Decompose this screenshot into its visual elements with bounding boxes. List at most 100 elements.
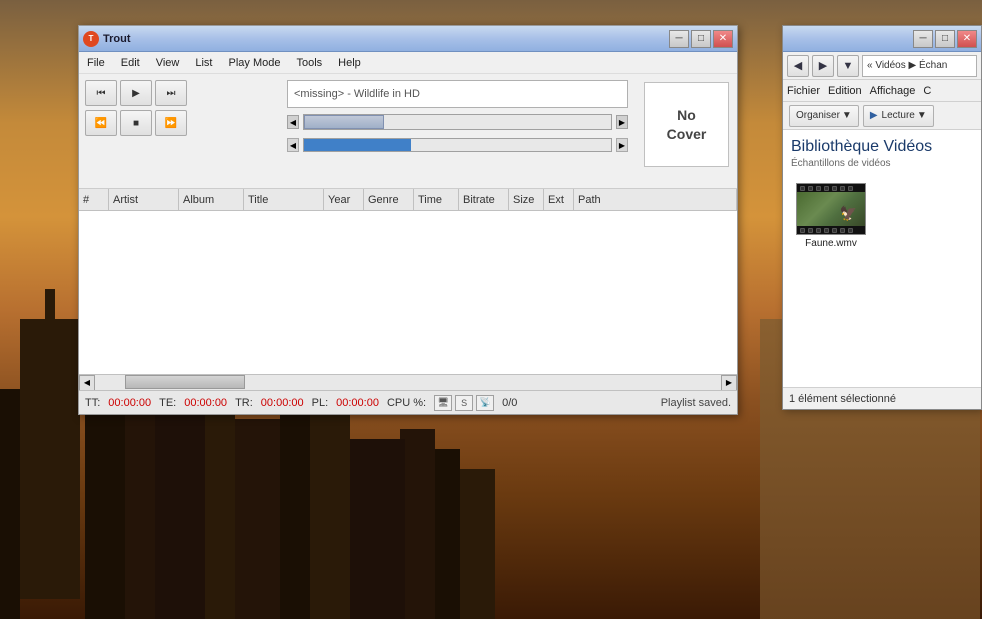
seek-left-arrow[interactable]: ◀: [287, 115, 299, 129]
trout-app-icon: T: [83, 31, 99, 47]
col-header-year[interactable]: Year: [324, 189, 364, 210]
status-message: Playlist saved.: [525, 397, 731, 409]
play-button[interactable]: ▶: [120, 80, 152, 106]
hscroll-thumb[interactable]: [125, 375, 245, 389]
te-value: 00:00:00: [184, 397, 227, 409]
hscroll-track[interactable]: [95, 375, 721, 391]
explorer-window: ─ □ ✕ ◀ ▶ ▼ « Vidéos ▶ Échan Fichier Edi…: [782, 25, 982, 410]
track-display-text: <missing> - Wildlife in HD: [294, 88, 420, 100]
col-header-time[interactable]: Time: [414, 189, 459, 210]
col-header-ext[interactable]: Ext: [544, 189, 574, 210]
menu-tools[interactable]: Tools: [288, 55, 330, 71]
track-count: 0/0: [502, 397, 517, 409]
vol-right-arrow[interactable]: ▶: [616, 138, 628, 152]
prev-button[interactable]: ⏮: [85, 80, 117, 106]
vol-left-arrow[interactable]: ◀: [287, 138, 299, 152]
trout-minimize-button[interactable]: ─: [669, 30, 689, 48]
cpu-label: CPU %:: [387, 397, 426, 409]
col-header-size[interactable]: Size: [509, 189, 544, 210]
trout-menu-bar: File Edit View List Play Mode Tools Help: [79, 52, 737, 74]
col-header-num[interactable]: #: [79, 189, 109, 210]
status-icons-group: 🖥 S 📡: [434, 395, 494, 411]
film-hole: [824, 228, 829, 233]
menu-view[interactable]: View: [148, 55, 188, 71]
explorer-nav-bar: ◀ ▶ ▼ « Vidéos ▶ Échan: [783, 52, 981, 80]
hscroll-left-button[interactable]: ◀: [79, 375, 95, 391]
explorer-organize-button[interactable]: Organiser ▼: [789, 105, 859, 127]
col-header-genre[interactable]: Genre: [364, 189, 414, 210]
explorer-breadcrumb[interactable]: « Vidéos ▶ Échan: [862, 55, 977, 77]
film-hole: [800, 186, 805, 191]
film-strip-top: [797, 184, 865, 192]
menu-help[interactable]: Help: [330, 55, 369, 71]
te-label: TE:: [159, 397, 176, 409]
no-cover-line1: No: [667, 106, 707, 124]
tt-label: TT:: [85, 397, 100, 409]
explorer-menu-affichage[interactable]: Affichage: [870, 85, 916, 97]
film-strip-bottom: [797, 226, 865, 234]
volume-bar[interactable]: [303, 138, 612, 152]
explorer-back-button[interactable]: ◀: [787, 55, 809, 77]
col-header-bitrate[interactable]: Bitrate: [459, 189, 509, 210]
film-hole: [840, 228, 845, 233]
menu-edit[interactable]: Edit: [113, 55, 148, 71]
cover-art: No Cover: [644, 82, 729, 167]
menu-play-mode[interactable]: Play Mode: [220, 55, 288, 71]
seek-right-arrow[interactable]: ▶: [616, 115, 628, 129]
film-hole: [848, 186, 853, 191]
film-hole: [840, 186, 845, 191]
explorer-menu-c[interactable]: C: [923, 85, 931, 97]
trout-title-buttons: ─ □ ✕: [669, 30, 733, 48]
status-bar: TT: 00:00:00 TE: 00:00:00 TR: 00:00:00 P…: [79, 390, 737, 414]
col-header-title[interactable]: Title: [244, 189, 324, 210]
file-name-faune: Faune.wmv: [805, 238, 857, 249]
playlist-body[interactable]: [79, 211, 737, 374]
explorer-title-bar: ─ □ ✕: [783, 26, 981, 52]
explorer-nav-dropdown[interactable]: ▼: [837, 55, 859, 77]
no-cover-line2: Cover: [667, 125, 707, 143]
seek-bar[interactable]: [303, 114, 612, 130]
explorer-menu-fichier[interactable]: Fichier: [787, 85, 820, 97]
explorer-menu-edition[interactable]: Edition: [828, 85, 862, 97]
film-hole: [808, 228, 813, 233]
col-header-album[interactable]: Album: [179, 189, 244, 210]
hscroll-right-button[interactable]: ▶: [721, 375, 737, 391]
explorer-title-buttons: ─ □ ✕: [913, 30, 977, 48]
menu-list[interactable]: List: [187, 55, 220, 71]
bird-silhouette-icon: 🦅: [840, 205, 857, 222]
trout-close-button[interactable]: ✕: [713, 30, 733, 48]
explorer-close-button[interactable]: ✕: [957, 30, 977, 48]
col-header-path[interactable]: Path: [574, 189, 737, 210]
explorer-maximize-button[interactable]: □: [935, 30, 955, 48]
film-hole: [832, 228, 837, 233]
playlist-rows: [79, 211, 737, 374]
stop-button[interactable]: ■: [120, 110, 152, 136]
explorer-lecture-button[interactable]: ▶ Lecture ▼: [863, 105, 934, 127]
controls-panel: ⏮ ▶ ⏭ ⏪ ■ ⏩: [79, 74, 279, 188]
trout-title-bar: T Trout ─ □ ✕: [79, 26, 737, 52]
explorer-content: Bibliothèque Vidéos Échantillons de vidé…: [783, 130, 981, 387]
film-hole: [808, 186, 813, 191]
film-hole: [832, 186, 837, 191]
network-icon[interactable]: 📡: [476, 395, 494, 411]
monitor-icon[interactable]: 🖥: [434, 395, 452, 411]
file-item-faune[interactable]: 🦅 Faune.wmv: [791, 179, 871, 253]
col-header-artist[interactable]: Artist: [109, 189, 179, 210]
lecture-icon: ▶: [870, 110, 878, 121]
next-button[interactable]: ⏭: [155, 80, 187, 106]
film-hole: [848, 228, 853, 233]
eq-icon[interactable]: S: [455, 395, 473, 411]
film-hole: [816, 228, 821, 233]
playlist-area: # Artist Album Title Year Genre Time Bit…: [79, 189, 737, 390]
explorer-forward-button[interactable]: ▶: [812, 55, 834, 77]
trout-maximize-button[interactable]: □: [691, 30, 711, 48]
forward-button[interactable]: ⏩: [155, 110, 187, 136]
explorer-subheading: Échantillons de vidéos: [791, 158, 973, 169]
explorer-toolbar: Organiser ▼ ▶ Lecture ▼: [783, 102, 981, 130]
seek-thumb[interactable]: [304, 115, 384, 129]
rewind-button[interactable]: ⏪: [85, 110, 117, 136]
explorer-minimize-button[interactable]: ─: [913, 30, 933, 48]
playlist-header: # Artist Album Title Year Genre Time Bit…: [79, 189, 737, 211]
menu-file[interactable]: File: [79, 55, 113, 71]
film-hole: [816, 186, 821, 191]
